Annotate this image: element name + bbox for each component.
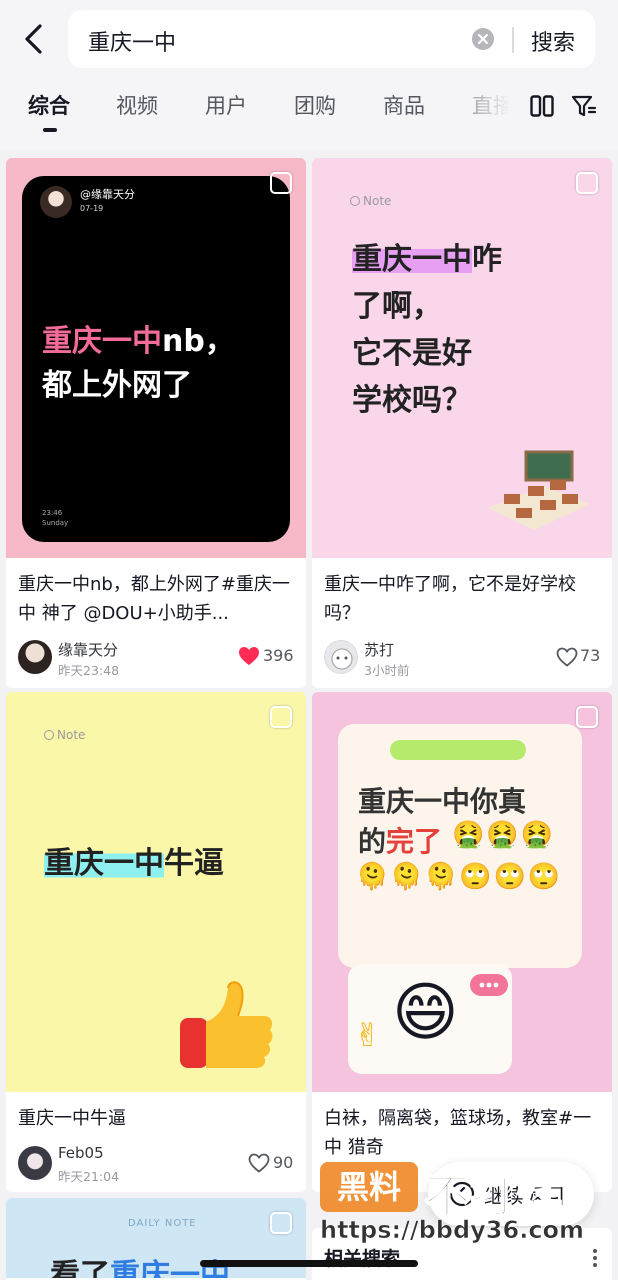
select-checkbox[interactable]	[270, 706, 292, 728]
result-card[interactable]: DAILY NOTE 看了重庆一中	[6, 1198, 306, 1280]
card-title[interactable]: 重庆一中牛逼	[18, 1104, 298, 1133]
card-cover[interactable]: 重庆一中你真 的完了 🤮🤮🤮 🫠🫠🫠🙄🙄🙄 😄 ✌	[312, 692, 612, 1092]
avatar[interactable]	[18, 640, 52, 674]
post-time: 3小时前	[364, 663, 410, 678]
author-name[interactable]: Feb05	[58, 1144, 104, 1162]
classroom-desks-icon	[484, 448, 594, 542]
back-arrow-icon[interactable]	[18, 22, 50, 56]
note-tag: Note	[350, 194, 391, 208]
tab-products[interactable]: 商品	[383, 90, 425, 120]
card-cover[interactable]: Note 重庆一中咋 了啊， 它不是好 学校吗？	[312, 158, 612, 558]
chat-bubble-icon	[470, 974, 508, 996]
cover-handle: @缘靠天分	[80, 188, 135, 201]
top-bar: 重庆一中 搜索 综合 视频 用户 团购 商品 直播	[0, 0, 618, 150]
related-search-card[interactable]: 相关搜索	[312, 1228, 612, 1280]
cover-sticky-note: 重庆一中你真 的完了 🤮🤮🤮 🫠🫠🫠🙄🙄🙄	[338, 724, 582, 968]
avatar[interactable]	[324, 640, 358, 674]
cover-reaction-toolbar	[390, 740, 526, 760]
cover-clock: 23:46 Sunday	[42, 509, 69, 527]
search-button[interactable]: 搜索	[531, 25, 575, 57]
active-tab-indicator	[43, 128, 57, 132]
search-input[interactable]: 重庆一中 搜索	[68, 10, 595, 68]
author-name[interactable]: 缘靠天分	[58, 639, 118, 660]
continue-return-label: 继续返回	[484, 1184, 564, 1208]
tab-users[interactable]: 用户	[205, 90, 247, 120]
like-count: 90	[273, 1153, 294, 1172]
note-tag: DAILY NOTE	[128, 1218, 197, 1229]
select-checkbox[interactable]	[270, 172, 292, 194]
cover-text: 重庆一中咋 了啊， 它不是好 学校吗？	[352, 242, 502, 418]
melting-emoji-row: 🫠🫠🫠🙄🙄🙄	[356, 862, 563, 892]
card-cover[interactable]: @缘靠天分 07-19 重庆一中nb， 都上外网了 23:46 Sunday	[6, 158, 306, 558]
grinning-face-icon: 😄	[392, 976, 459, 1050]
tab-comprehensive[interactable]: 综合	[28, 90, 70, 120]
continue-return-button[interactable]: 继续返回	[428, 1162, 594, 1226]
cover-phone-screen: @缘靠天分 07-19 重庆一中nb， 都上外网了 23:46 Sunday	[22, 176, 290, 542]
select-checkbox[interactable]	[270, 1212, 292, 1234]
back-arrow-icon	[448, 1180, 476, 1212]
post-time: 昨天23:48	[58, 663, 120, 678]
cover-text: 重庆一中牛逼	[44, 846, 224, 881]
victory-hand-icon: ✌	[354, 1016, 381, 1054]
result-card[interactable]: Note 重庆一中牛逼 重庆一中牛逼 Feb05 昨天21:04 90	[6, 692, 306, 1192]
tab-group-buy[interactable]: 团购	[294, 90, 336, 120]
clear-icon[interactable]	[472, 28, 494, 50]
card-title[interactable]: 重庆一中nb，都上外网了#重庆一中 神了 @DOU+小助手...	[18, 570, 298, 628]
tab-video[interactable]: 视频	[116, 90, 158, 120]
post-time: 昨天21:04	[58, 1169, 120, 1184]
avatar	[40, 186, 72, 218]
heart-filled-icon[interactable]	[238, 646, 260, 670]
note-tag: Note	[44, 728, 85, 742]
tab-fade	[468, 84, 528, 128]
filter-icon[interactable]	[571, 94, 597, 122]
heart-outline-icon[interactable]	[248, 1153, 270, 1177]
cover-date: 07-19	[80, 204, 104, 213]
sick-emoji-row: 🤮🤮🤮	[452, 820, 556, 850]
select-checkbox[interactable]	[576, 706, 598, 728]
like-count: 396	[263, 646, 294, 665]
search-query[interactable]: 重庆一中	[88, 25, 176, 57]
heart-outline-icon[interactable]	[556, 647, 578, 671]
more-dots-icon[interactable]	[592, 1248, 598, 1272]
author-name[interactable]: 苏打	[364, 639, 394, 660]
divider	[512, 27, 514, 53]
result-card[interactable]: @缘靠天分 07-19 重庆一中nb， 都上外网了 23:46 Sunday 重庆…	[6, 158, 306, 688]
result-card[interactable]: Note 重庆一中咋 了啊， 它不是好 学校吗？ 重庆一中咋了啊，它不是好学校吗…	[312, 158, 612, 688]
home-indicator	[200, 1260, 418, 1267]
double-column-layout-icon[interactable]	[530, 95, 554, 121]
card-title[interactable]: 重庆一中咋了啊，它不是好学校吗？	[324, 570, 604, 628]
result-card[interactable]: 重庆一中你真 的完了 🤮🤮🤮 🫠🫠🫠🙄🙄🙄 😄 ✌ 白袜，隔离袋，篮球场，教室#…	[312, 692, 612, 1192]
avatar[interactable]	[18, 1146, 52, 1180]
thumbs-up-icon	[176, 978, 276, 1078]
like-count: 73	[580, 646, 601, 665]
select-checkbox[interactable]	[576, 172, 598, 194]
card-title[interactable]: 白袜，隔离袋，篮球场，教室#一中 猎奇	[324, 1104, 604, 1162]
card-cover[interactable]: Note 重庆一中牛逼	[6, 692, 306, 1092]
cover-text: 重庆一中nb， 都上外网了	[42, 324, 235, 403]
